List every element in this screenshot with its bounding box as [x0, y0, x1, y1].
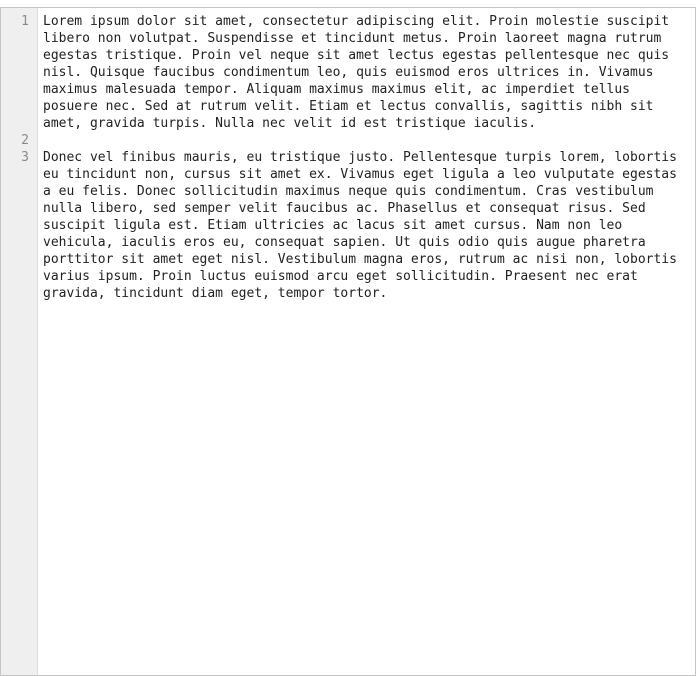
text-editor[interactable]: 1 2 3 Lorem ipsum dolor sit amet, consec… [0, 7, 696, 676]
window-top-edge [0, 0, 696, 7]
editor-line-3[interactable]: Donec vel finibus mauris, eu tristique j… [43, 149, 689, 302]
editor-line-2[interactable] [43, 132, 689, 149]
line-number-2: 2 [21, 133, 29, 148]
editor-content[interactable]: Lorem ipsum dolor sit amet, consectetur … [43, 13, 689, 302]
line-number-3: 3 [21, 150, 29, 165]
editor-line-1[interactable]: Lorem ipsum dolor sit amet, consectetur … [43, 13, 689, 132]
line-number-gutter: 1 2 3 [1, 8, 38, 675]
line-number-1: 1 [21, 14, 29, 29]
